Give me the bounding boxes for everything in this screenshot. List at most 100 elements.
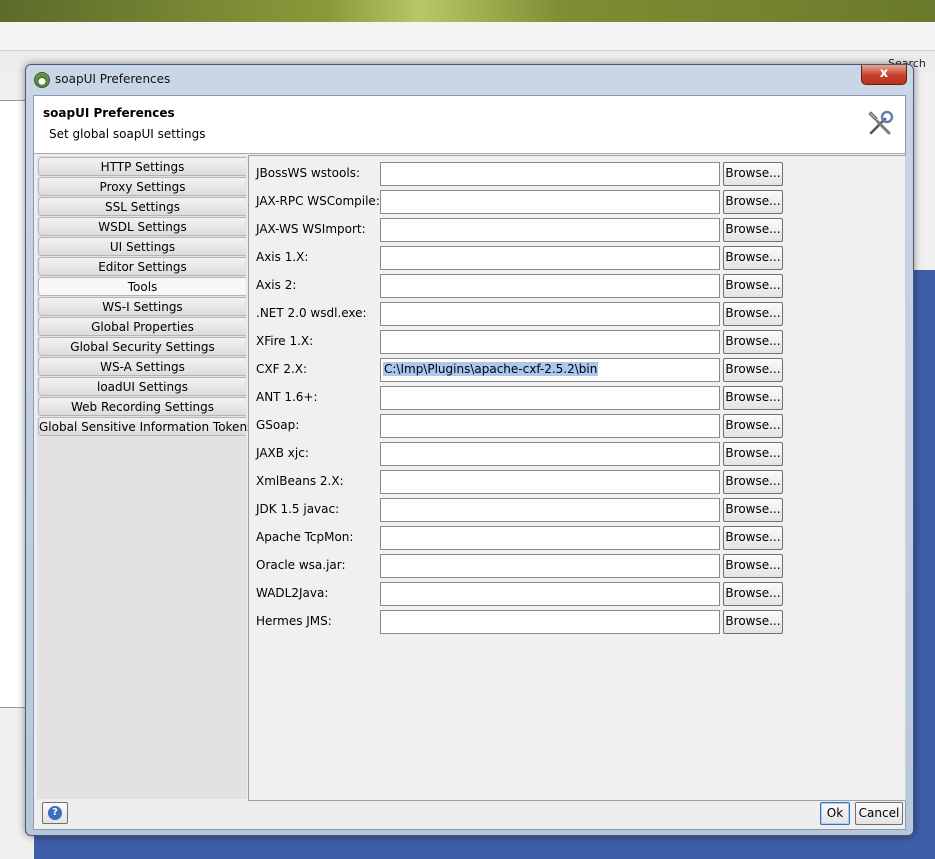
header-subtitle: Set global soapUI settings — [49, 127, 206, 141]
preferences-dialog: soapUI Preferences x soapUI Preferences … — [25, 64, 914, 836]
tool-row-jaxb: JAXB xjc: Browse... — [249, 442, 899, 466]
wadl2java-browse-button[interactable]: Browse... — [723, 582, 783, 606]
tool-row-jaxrpc: JAX-RPC WSCompile: Browse... — [249, 190, 899, 214]
axis2-browse-button[interactable]: Browse... — [723, 274, 783, 298]
tab-tools[interactable]: Tools — [38, 277, 246, 296]
tool-row-xmlbeans: XmlBeans 2.X: Browse... — [249, 470, 899, 494]
jdk-browse-button[interactable]: Browse... — [723, 498, 783, 522]
tool-label: Axis 2: — [256, 278, 297, 292]
oracle-path-field[interactable] — [380, 554, 720, 578]
tool-row-cxf: CXF 2.X: C:\Imp\Plugins\apache-cxf-2.5.2… — [249, 358, 899, 382]
tool-label: GSoap: — [256, 418, 300, 432]
tool-row-tcpmon: Apache TcpMon: Browse... — [249, 526, 899, 550]
tab-global-sensitive-information-tokens[interactable]: Global Sensitive Information Tokens — [38, 417, 253, 436]
cxf-browse-button[interactable]: Browse... — [723, 358, 783, 382]
jaxws-path-field[interactable] — [380, 218, 720, 242]
jaxb-path-field[interactable] — [380, 442, 720, 466]
tool-label: Oracle wsa.jar: — [256, 558, 346, 572]
axis1-path-field[interactable] — [380, 246, 720, 270]
tab-web-recording-settings[interactable]: Web Recording Settings — [38, 397, 246, 416]
tool-label: Hermes JMS: — [256, 614, 332, 628]
tool-label: XmlBeans 2.X: — [256, 474, 344, 488]
tool-label: Axis 1.X: — [256, 250, 309, 264]
dialog-titlebar[interactable]: soapUI Preferences x — [26, 65, 913, 93]
tcpmon-path-field[interactable] — [380, 526, 720, 550]
dialog-content: soapUI Preferences Set global soapUI set… — [33, 95, 906, 830]
tool-row-ant: ANT 1.6+: Browse... — [249, 386, 899, 410]
dialog-title: soapUI Preferences — [55, 72, 171, 86]
cancel-button[interactable]: Cancel — [855, 802, 903, 825]
tab-loadui-settings[interactable]: loadUI Settings — [38, 377, 246, 396]
tools-panel: JBossWS wstools: Browse... JAX-RPC WSCom… — [248, 155, 906, 801]
settings-tabs: HTTP Settings Proxy Settings SSL Setting… — [38, 157, 253, 437]
help-icon: ? — [48, 806, 62, 820]
tab-editor-settings[interactable]: Editor Settings — [38, 257, 246, 276]
dotnet-browse-button[interactable]: Browse... — [723, 302, 783, 326]
tab-ws-a-settings[interactable]: WS-A Settings — [38, 357, 246, 376]
tab-proxy-settings[interactable]: Proxy Settings — [38, 177, 246, 196]
dotnet-path-field[interactable] — [380, 302, 720, 326]
dialog-header: soapUI Preferences Set global soapUI set… — [34, 96, 905, 154]
oracle-browse-button[interactable]: Browse... — [723, 554, 783, 578]
tool-label: ANT 1.6+: — [256, 390, 318, 404]
tool-label: WADL2Java: — [256, 586, 329, 600]
ant-browse-button[interactable]: Browse... — [723, 386, 783, 410]
jaxws-browse-button[interactable]: Browse... — [723, 218, 783, 242]
tool-row-xfire: XFire 1.X: Browse... — [249, 330, 899, 354]
gsoap-path-field[interactable] — [380, 414, 720, 438]
gsoap-browse-button[interactable]: Browse... — [723, 414, 783, 438]
tab-ssl-settings[interactable]: SSL Settings — [38, 197, 246, 216]
tool-row-jaxws: JAX-WS WSImport: Browse... — [249, 218, 899, 242]
tool-row-jdk: JDK 1.5 javac: Browse... — [249, 498, 899, 522]
tool-label: JAX-RPC WSCompile: — [256, 194, 380, 208]
cxf-path-selected-text: C:\Imp\Plugins\apache-cxf-2.5.2\bin — [383, 362, 599, 376]
jaxb-browse-button[interactable]: Browse... — [723, 442, 783, 466]
tool-label: CXF 2.X: — [256, 362, 308, 376]
tool-row-axis1: Axis 1.X: Browse... — [249, 246, 899, 270]
tool-row-gsoap: GSoap: Browse... — [249, 414, 899, 438]
tools-icon — [868, 110, 894, 135]
background-desktop-bottom — [34, 835, 935, 859]
jaxrpc-path-field[interactable] — [380, 190, 720, 214]
background-panel — [0, 100, 27, 708]
help-button[interactable]: ? — [42, 802, 68, 824]
close-button[interactable]: x — [861, 65, 907, 85]
tab-global-security-settings[interactable]: Global Security Settings — [38, 337, 246, 356]
tool-row-jbossws: JBossWS wstools: Browse... — [249, 162, 899, 186]
tool-label: JAXB xjc: — [256, 446, 309, 460]
tab-ui-settings[interactable]: UI Settings — [38, 237, 246, 256]
xfire-browse-button[interactable]: Browse... — [723, 330, 783, 354]
hermes-path-field[interactable] — [380, 610, 720, 634]
header-title: soapUI Preferences — [43, 106, 175, 120]
tool-label: JBossWS wstools: — [256, 166, 360, 180]
tool-label: JAX-WS WSImport: — [256, 222, 366, 236]
xfire-path-field[interactable] — [380, 330, 720, 354]
tab-wsdl-settings[interactable]: WSDL Settings — [38, 217, 246, 236]
background-toolbar — [0, 22, 935, 51]
tool-label: XFire 1.X: — [256, 334, 314, 348]
jbossws-path-field[interactable] — [380, 162, 720, 186]
xmlbeans-browse-button[interactable]: Browse... — [723, 470, 783, 494]
ok-button[interactable]: Ok — [820, 802, 850, 825]
tab-global-properties[interactable]: Global Properties — [38, 317, 246, 336]
tcpmon-browse-button[interactable]: Browse... — [723, 526, 783, 550]
tool-row-dotnet: .NET 2.0 wsdl.exe: Browse... — [249, 302, 899, 326]
ant-path-field[interactable] — [380, 386, 720, 410]
tab-http-settings[interactable]: HTTP Settings — [38, 157, 246, 176]
jdk-path-field[interactable] — [380, 498, 720, 522]
xmlbeans-path-field[interactable] — [380, 470, 720, 494]
jaxrpc-browse-button[interactable]: Browse... — [723, 190, 783, 214]
jbossws-browse-button[interactable]: Browse... — [723, 162, 783, 186]
tool-label: .NET 2.0 wsdl.exe: — [256, 306, 367, 320]
tool-label: Apache TcpMon: — [256, 530, 354, 544]
axis1-browse-button[interactable]: Browse... — [723, 246, 783, 270]
wadl2java-path-field[interactable] — [380, 582, 720, 606]
soapui-logo-icon — [34, 72, 50, 88]
tool-row-hermes: Hermes JMS: Browse... — [249, 610, 899, 634]
hermes-browse-button[interactable]: Browse... — [723, 610, 783, 634]
tool-row-wadl2java: WADL2Java: Browse... — [249, 582, 899, 606]
background-banner — [0, 0, 935, 22]
tab-ws-i-settings[interactable]: WS-I Settings — [38, 297, 246, 316]
axis2-path-field[interactable] — [380, 274, 720, 298]
tool-label: JDK 1.5 javac: — [256, 502, 340, 516]
